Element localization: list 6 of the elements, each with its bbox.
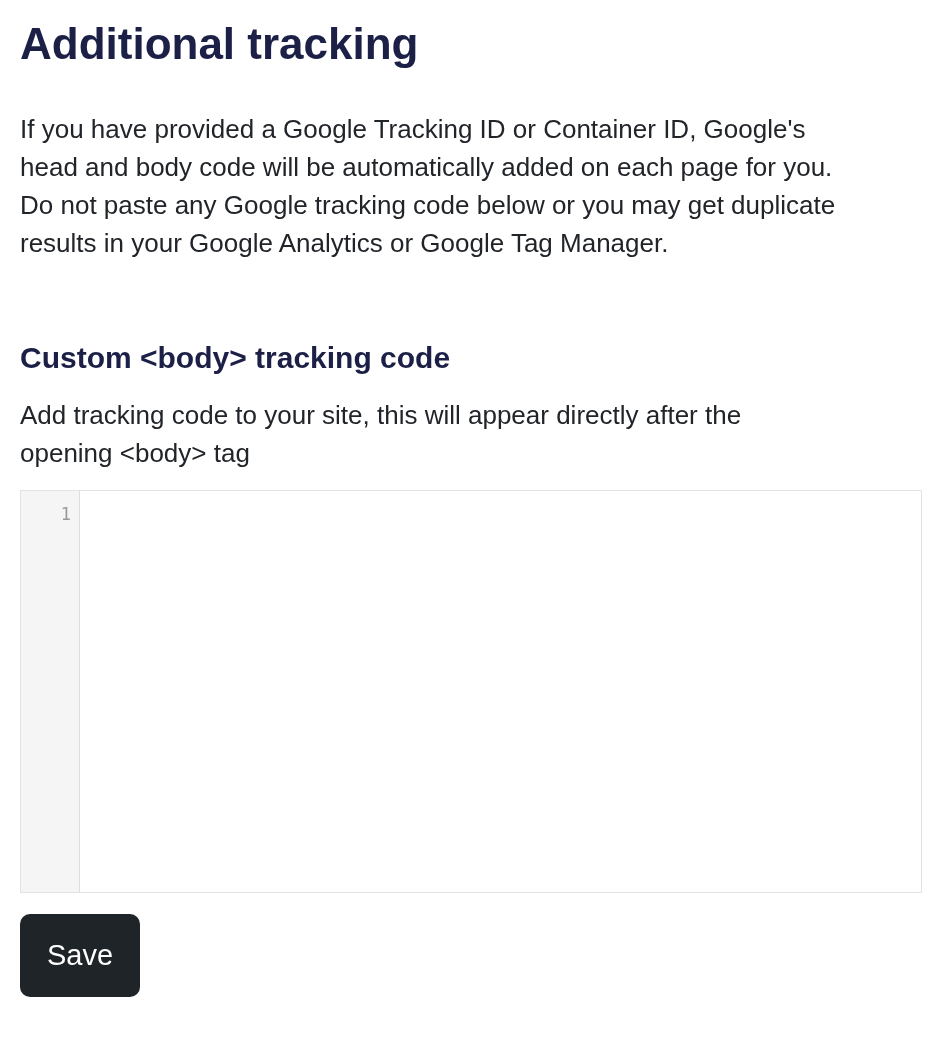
section-heading: Custom <body> tracking code bbox=[20, 340, 451, 376]
intro-paragraph: If you have provided a Google Tracking ID or Container ID, Google's head and body code will be automatically added on each page for you. Do not paste any Google tracking code below or you may get duplicate results in your Google Analytics or Google Tag Manager. bbox=[20, 113, 837, 260]
save-button[interactable]: Save bbox=[20, 914, 140, 997]
section-description: Add tracking code to your site, this will appear directly after the opening <body> tag bbox=[20, 399, 743, 470]
page-title: Additional tracking bbox=[20, 18, 419, 70]
line-number: 1 bbox=[60, 503, 71, 526]
